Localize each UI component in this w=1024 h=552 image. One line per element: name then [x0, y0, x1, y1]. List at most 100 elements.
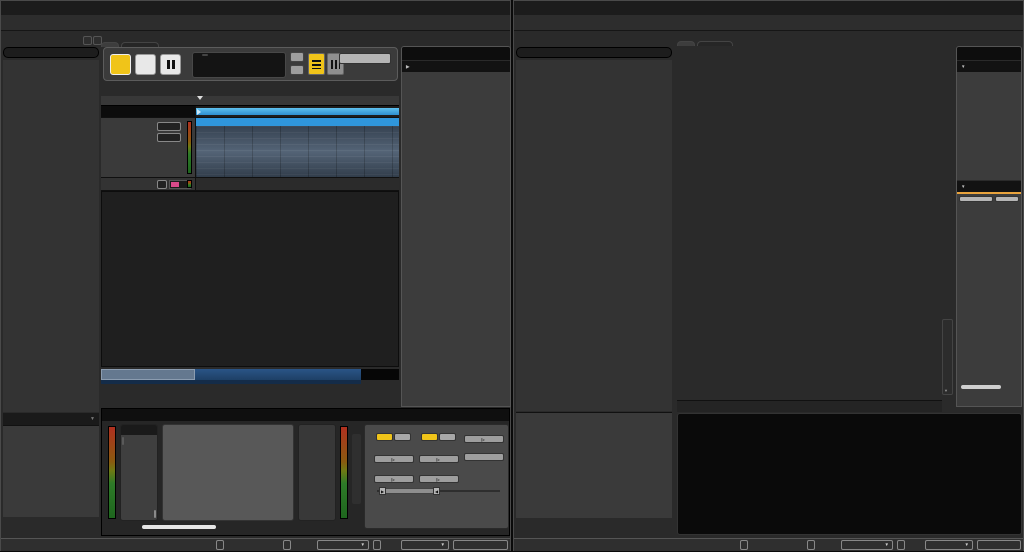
chevron-down-icon: ▼: [961, 184, 965, 189]
selected-event-header[interactable]: ▼: [3, 413, 99, 425]
titlebar[interactable]: [514, 1, 1023, 15]
transport-bar: [103, 47, 398, 81]
output-meter: [340, 426, 348, 519]
menubar: [1, 15, 510, 31]
persistent-off-button[interactable]: [376, 433, 393, 441]
chevron-down-icon: ▼: [885, 541, 889, 549]
mute-button[interactable]: [157, 133, 181, 142]
live-update-button[interactable]: [216, 540, 224, 550]
mixing-desk-side-tab[interactable]: [942, 319, 953, 395]
beats-mode-button[interactable]: [202, 54, 208, 56]
timeline-overview-scrollbar[interactable]: [101, 369, 399, 380]
master-bus-section-header[interactable]: ▼: [957, 180, 1021, 192]
min-max-distance-slider[interactable]: ▶ ◀: [377, 487, 500, 495]
audio-track-lane[interactable]: [196, 118, 399, 178]
locale-label: [373, 540, 381, 550]
min-distance-handle[interactable]: ▶: [379, 487, 386, 495]
master-track-lane[interactable]: [196, 178, 399, 191]
follow-button[interactable]: [290, 65, 304, 75]
tab-mixing-desk[interactable]: [677, 41, 695, 46]
platform-label: [807, 540, 815, 550]
pause-icon: [167, 55, 175, 74]
doppler-off-button[interactable]: [421, 433, 438, 441]
tab-scroll-left-button[interactable]: [83, 36, 92, 45]
search-input[interactable]: [516, 47, 672, 58]
max-distance-handle[interactable]: ◀: [433, 487, 440, 495]
events-tree: [3, 60, 99, 412]
logic-tracks-label: [101, 106, 195, 109]
doppler-scale-field[interactable]: ▷: [419, 455, 459, 463]
desktop: ▼: [0, 0, 1024, 552]
status-bar: ▼ ▼: [514, 538, 1023, 551]
playhead-marker[interactable]: [197, 96, 203, 100]
event-properties-panel: [3, 425, 99, 517]
tracks-view-button[interactable]: [308, 53, 325, 75]
track-level-meter: [187, 121, 192, 174]
post-tab[interactable]: [154, 510, 156, 518]
pause-button[interactable]: [160, 54, 181, 75]
macros-tab[interactable]: [352, 434, 361, 504]
locale-dropdown[interactable]: ▼: [401, 540, 449, 550]
event-macros-panel: ▷ ▷ ▷ ▷ ▷: [364, 424, 509, 529]
play-button[interactable]: [135, 54, 156, 75]
cooldown-field[interactable]: ▷: [419, 475, 459, 483]
state-dropdown[interactable]: [339, 53, 391, 64]
live-update-button[interactable]: [740, 540, 748, 550]
logic-tracks-header[interactable]: [101, 106, 196, 118]
reverb-module: [162, 424, 294, 521]
audio-region-header[interactable]: [196, 118, 399, 126]
fader-module: [120, 424, 158, 521]
effects-placeholder: [678, 414, 1021, 534]
master-mute-button[interactable]: [157, 180, 167, 189]
editor-empty-area[interactable]: [101, 191, 399, 367]
viewport-indicator[interactable]: [101, 369, 195, 380]
timeline-ruler[interactable]: [101, 96, 399, 106]
parameters-section-header[interactable]: ▼: [957, 60, 1021, 72]
max-instances-field[interactable]: ▷: [464, 435, 504, 443]
desk-tabs: [677, 31, 735, 46]
parameters-section-header[interactable]: ▶: [402, 60, 510, 72]
timeline-logic-bar[interactable]: [196, 108, 399, 115]
audio-region-waveform[interactable]: [196, 126, 399, 177]
input-meter: [108, 426, 116, 519]
deck-horizontal-scrollbar[interactable]: [142, 525, 216, 529]
platform-dropdown[interactable]: ▼: [841, 540, 893, 550]
pitch-field[interactable]: ▷: [374, 455, 414, 463]
event-editor-window: ▼: [0, 0, 511, 551]
new-desk-tab-button[interactable]: [697, 41, 733, 46]
master-track-header[interactable]: [101, 178, 196, 191]
chevron-down-icon: ▼: [965, 541, 969, 549]
doppler-on-button[interactable]: [439, 433, 456, 441]
search-input[interactable]: [3, 47, 99, 58]
desk-scrollbar[interactable]: [677, 400, 942, 412]
locale-dropdown[interactable]: ▼: [925, 540, 973, 550]
priority-field[interactable]: ▷: [374, 475, 414, 483]
distance-scale: [377, 495, 500, 503]
status-message-field: [453, 540, 508, 550]
pre-tab[interactable]: [122, 437, 124, 445]
loop-button[interactable]: [290, 52, 304, 62]
chevron-down-icon: ▼: [361, 541, 365, 549]
overview-title: [402, 47, 510, 60]
solo-button[interactable]: [157, 122, 181, 131]
overview-title: [957, 47, 1021, 60]
panner-module: [298, 424, 336, 521]
fader-handle[interactable]: [171, 182, 179, 187]
overview-scrollbar[interactable]: [961, 385, 1001, 389]
platform-label: [283, 540, 291, 550]
time-display: [192, 52, 286, 78]
audio-track-row: [101, 118, 399, 178]
master-track-deck: ▷ ▷ ▷ ▷ ▷: [101, 408, 510, 536]
persistent-on-button[interactable]: [394, 433, 411, 441]
audio-track-header[interactable]: [101, 118, 196, 178]
flip-button[interactable]: [995, 196, 1019, 202]
logic-tracks-lane[interactable]: [196, 106, 399, 118]
state-widget: [339, 51, 391, 64]
stop-button[interactable]: [110, 54, 131, 75]
chevron-down-icon: ▼: [441, 541, 445, 549]
list-view-icon: [312, 60, 321, 69]
titlebar[interactable]: [1, 1, 510, 15]
stealing-dropdown[interactable]: [464, 453, 504, 461]
monitor-button[interactable]: [959, 196, 993, 202]
platform-dropdown[interactable]: ▼: [317, 540, 369, 550]
